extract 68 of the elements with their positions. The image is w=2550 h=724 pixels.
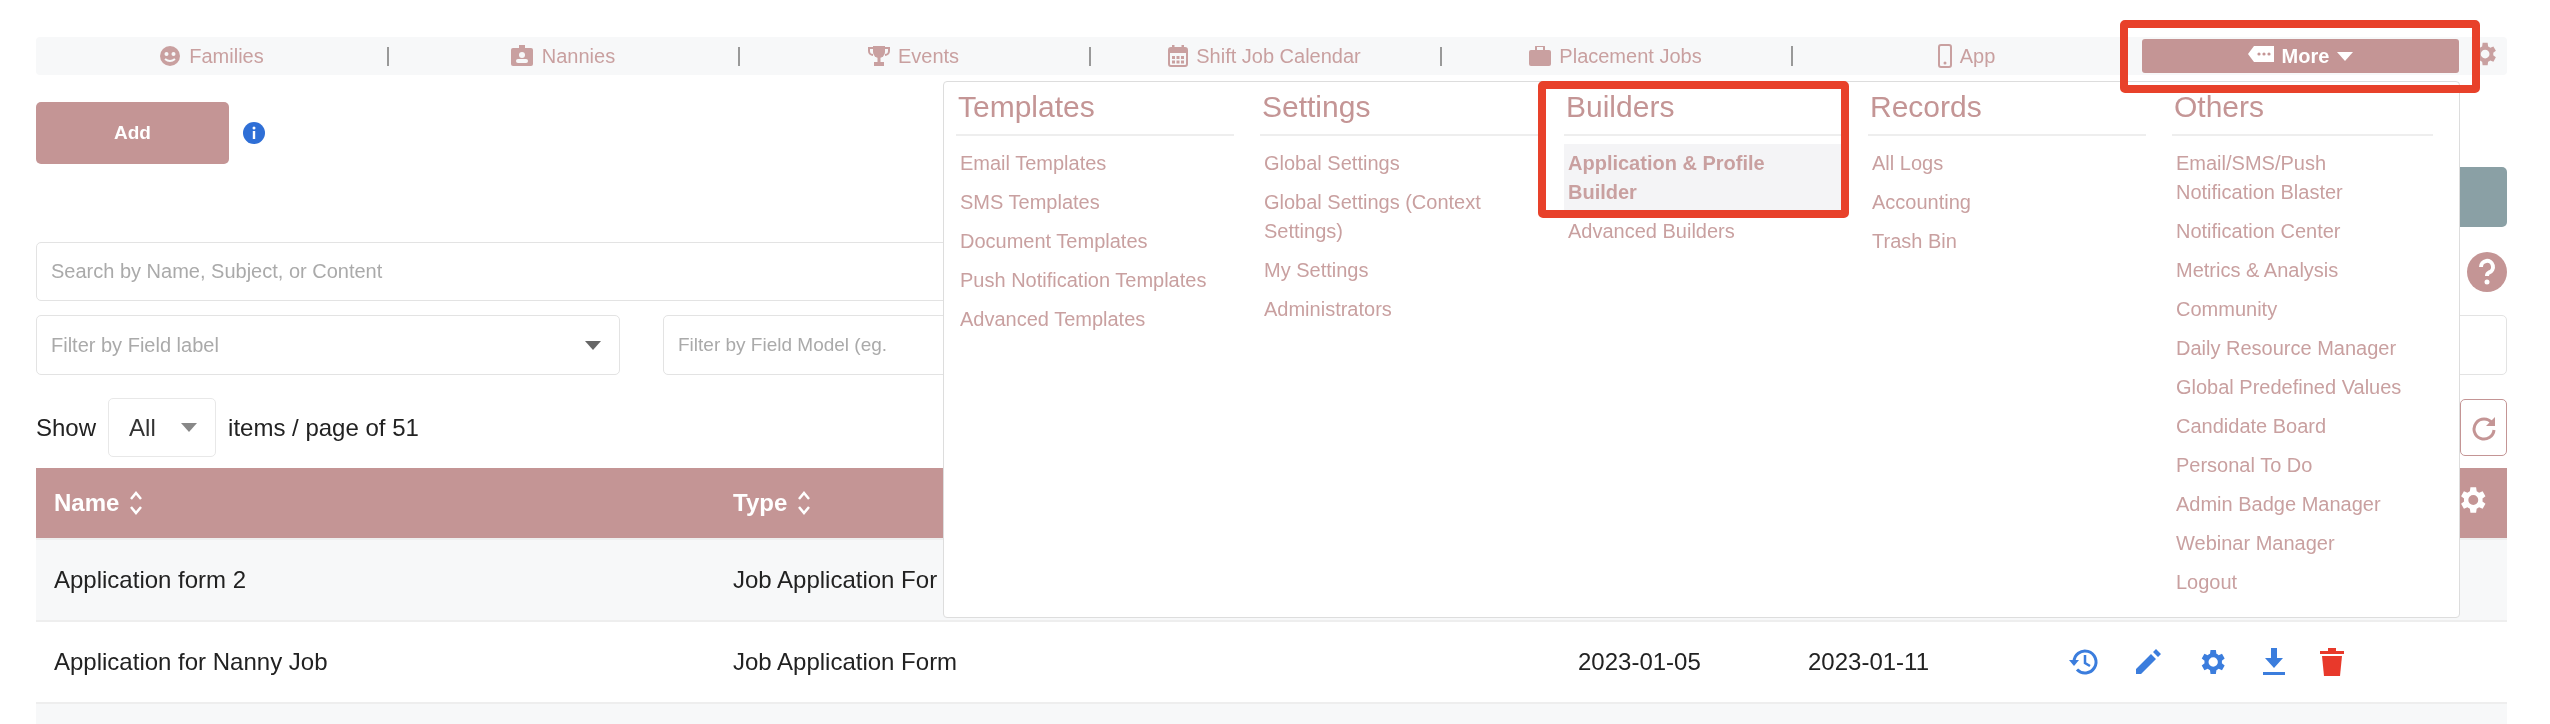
caret-icon [181,423,198,432]
trash-icon[interactable] [2320,648,2344,676]
menu-group-title: Others [2172,82,2433,136]
menu-item[interactable]: Community [2172,290,2433,329]
page-size-select[interactable]: All [108,398,217,457]
trophy-icon [867,45,890,67]
sort-icon[interactable] [797,490,812,516]
nav-tab[interactable]: Families [36,44,387,68]
nav-tab[interactable]: Shift Job Calendar [1089,44,1440,68]
menu-group-title: Settings [1260,82,1538,136]
id-badge-icon [509,45,534,67]
table-cell: Application form 2 [54,566,247,593]
show-label: Show [36,413,97,442]
menu-item[interactable]: Email Templates [956,144,1234,183]
menu-group-title: Builders [1564,82,1842,136]
menu-item[interactable]: Application & Profile Builder [1564,144,1842,212]
filter-select[interactable]: Filter by Field label [36,315,620,375]
menu-item[interactable]: Advanced Templates [956,300,1234,339]
menu-item[interactable]: Admin Badge Manager [2172,485,2433,524]
table-cell: 2023-01-11 [1808,648,1929,675]
menu-item[interactable]: Notification Center [2172,212,2433,251]
nav-tab[interactable]: Events [738,44,1089,68]
smiley-icon [159,45,182,67]
page-info: items / page of 51 [228,413,419,442]
sort-icon[interactable] [129,490,144,516]
menu-item[interactable]: SMS Templates [956,183,1234,222]
column-header[interactable]: Name [54,489,144,517]
menu-item[interactable]: Global Predefined Values [2172,368,2433,407]
menu-group-title: Templates [956,82,1234,136]
table-cell: Job Application Form [733,648,958,675]
menu-item[interactable]: Accounting [1868,183,2146,222]
menu-item[interactable]: Global Settings (Context Settings) [1260,183,1538,251]
menu-item[interactable]: Personal To Do [2172,446,2433,485]
nav-tab[interactable]: Nannies [387,44,738,68]
table-cell: Application for Nanny Job [54,648,328,675]
menu-item[interactable]: Webinar Manager [2172,524,2433,563]
help-icon[interactable] [2467,251,2507,292]
pencil-icon[interactable] [2134,648,2162,676]
menu-item[interactable]: Candidate Board [2172,407,2433,446]
phone-icon [1937,44,1952,68]
menu-item[interactable]: Advanced Builders [1564,212,1842,251]
menu-item[interactable]: All Logs [1868,144,2146,183]
nav-tab[interactable]: App [1791,44,2142,68]
caret-icon [2337,51,2354,61]
menu-item[interactable]: Document Templates [956,222,1234,261]
menu-item[interactable]: Metrics & Analysis [2172,251,2433,290]
menu-group-title: Records [1868,82,2146,136]
menu-item[interactable]: Email/SMS/Push Notification Blaster [2172,144,2433,212]
refresh-button[interactable] [2460,399,2507,456]
table-cell: 2023-01-05 [1578,648,1701,675]
more-button[interactable]: More [2142,39,2459,73]
briefcase-icon [1529,46,1552,66]
menu-item[interactable]: Trash Bin [1868,222,2146,261]
table-cell: Job Application For [733,566,938,593]
menu-item[interactable]: Push Notification Templates [956,261,1234,300]
caret-icon [585,340,601,350]
menu-item[interactable]: Administrators [1260,290,1538,329]
menu-item[interactable]: My Settings [1260,251,1538,290]
history-icon[interactable] [2068,647,2100,677]
nav-tab[interactable]: Placement Jobs [1440,44,1791,68]
download-icon[interactable] [2262,648,2286,676]
menu-item[interactable]: Logout [2172,563,2433,602]
info-icon[interactable] [243,122,265,144]
add-button[interactable]: Add [36,102,229,164]
menu-item[interactable]: Daily Resource Manager [2172,329,2433,368]
menu-item[interactable]: Global Settings [1260,144,1538,183]
column-header[interactable]: Type [733,489,812,517]
calendar-icon [1168,45,1189,67]
